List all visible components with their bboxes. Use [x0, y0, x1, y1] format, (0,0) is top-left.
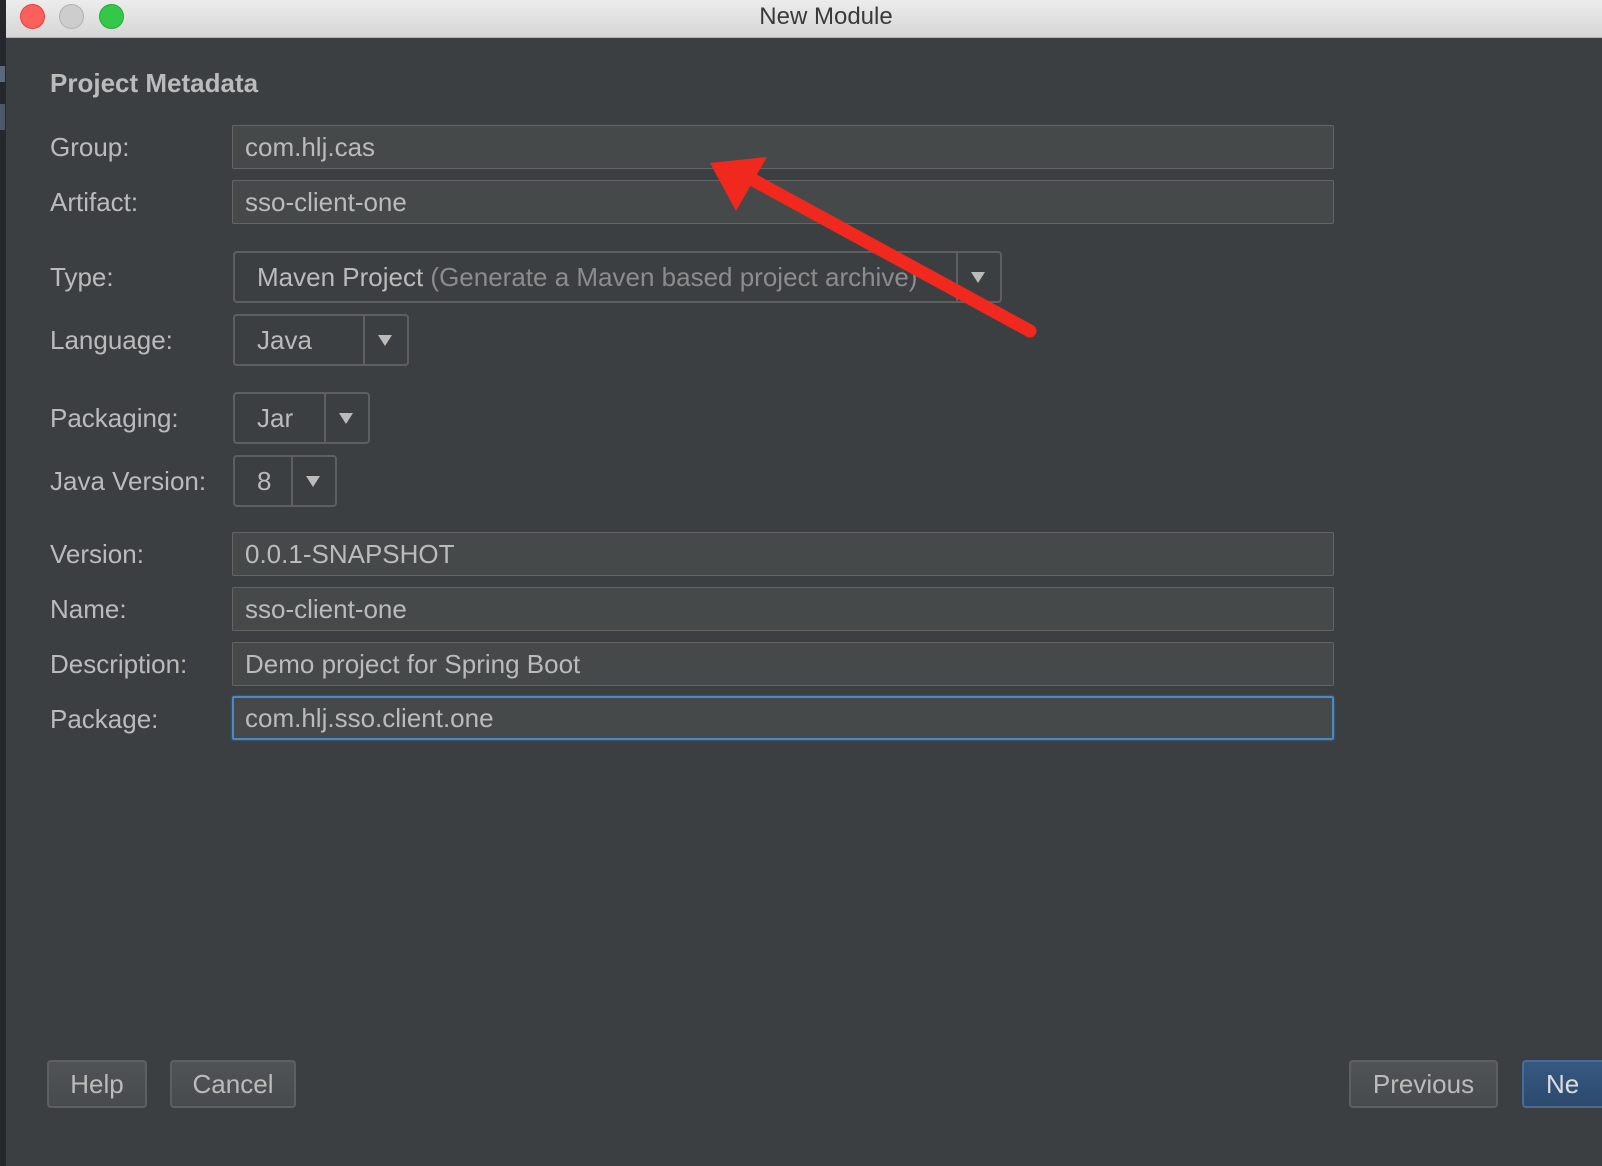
title-bar: New Module [6, 0, 1602, 38]
cancel-button[interactable]: Cancel [170, 1060, 296, 1108]
language-label: Language: [50, 325, 173, 355]
chevron-down-icon [306, 476, 320, 487]
type-label: Type: [50, 262, 114, 292]
help-button[interactable]: Help [47, 1060, 147, 1108]
version-label: Version: [50, 539, 144, 569]
previous-button[interactable]: Previous [1349, 1060, 1498, 1108]
language-dropdown[interactable]: Java [233, 314, 409, 366]
window-title: New Module [759, 3, 893, 30]
type-dropdown-value: Maven Project (Generate a Maven based pr… [235, 253, 960, 301]
background-window-sliver [0, 104, 5, 130]
version-field[interactable]: 0.0.1-SNAPSHOT [232, 532, 1334, 576]
java-version-dropdown-arrow[interactable] [291, 457, 335, 505]
new-module-dialog: New Module Project Metadata Group: com.h… [6, 0, 1602, 1166]
chevron-down-icon [378, 335, 392, 346]
background-window-sliver [0, 66, 5, 82]
artifact-field[interactable]: sso-client-one [232, 180, 1334, 224]
name-field[interactable]: sso-client-one [232, 587, 1334, 631]
group-field[interactable]: com.hlj.cas [232, 125, 1334, 169]
packaging-dropdown-arrow[interactable] [324, 394, 368, 442]
chevron-down-icon [339, 413, 353, 424]
section-title: Project Metadata [50, 68, 259, 98]
description-field[interactable]: Demo project for Spring Boot [232, 642, 1334, 686]
type-dropdown[interactable]: Maven Project (Generate a Maven based pr… [233, 251, 1002, 303]
chevron-down-icon [971, 272, 985, 283]
type-dropdown-arrow[interactable] [956, 253, 1000, 301]
java-version-selected-value: 8 [257, 466, 272, 496]
type-description: (Generate a Maven based project archive) [430, 262, 918, 292]
group-label: Group: [50, 132, 130, 162]
artifact-label: Artifact: [50, 187, 139, 217]
java-version-dropdown[interactable]: 8 [233, 455, 337, 507]
name-label: Name: [50, 594, 127, 624]
package-label: Package: [50, 704, 159, 734]
next-button[interactable]: Ne [1522, 1060, 1602, 1108]
package-field[interactable]: com.hlj.sso.client.one [232, 696, 1334, 740]
language-dropdown-arrow[interactable] [363, 316, 407, 364]
type-selected-value: Maven Project [257, 262, 424, 292]
java-version-label: Java Version: [50, 466, 207, 496]
language-selected-value: Java [257, 325, 312, 355]
packaging-dropdown[interactable]: Jar [233, 392, 370, 444]
packaging-label: Packaging: [50, 403, 179, 433]
packaging-selected-value: Jar [257, 403, 294, 433]
description-label: Description: [50, 649, 188, 679]
